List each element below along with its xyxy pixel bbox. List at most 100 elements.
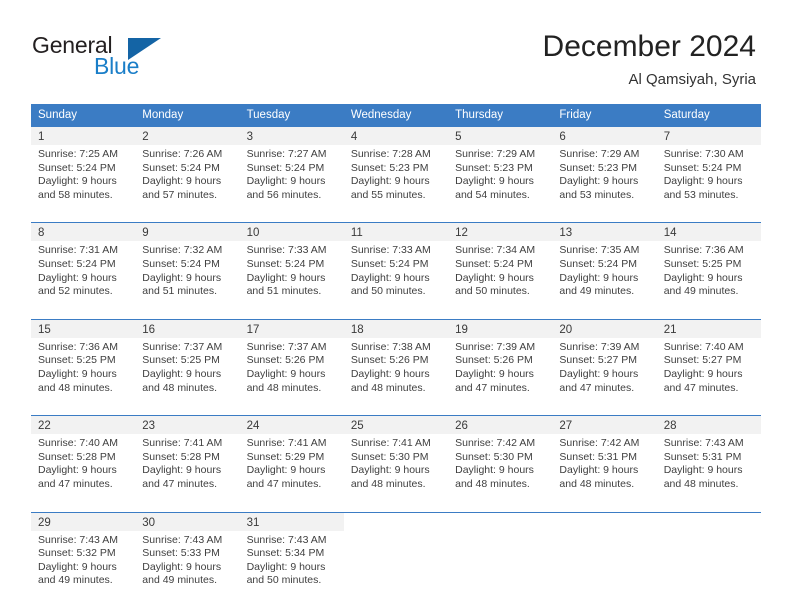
sunrise-time: Sunrise: 7:37 AM [246,340,327,353]
day-number: 1 [38,131,45,143]
day-cell[interactable]: 12 Sunrise: 7:34 AM Sunset: 5:24 PM Dayligh… [448,222,553,307]
day-cell[interactable]: 16 Sunrise: 7:37 AM Sunset: 5:25 PM Dayligh… [135,318,240,404]
daylight-duration-line1: Daylight: 9 hours [246,367,326,380]
general-blue-logo[interactable]: General Blue [32,32,212,82]
sunrise-time: Sunrise: 7:33 AM [350,244,431,257]
day-cell[interactable]: 30 Sunrise: 7:43 AM Sunset: 5:33 PM Dayligh… [135,511,240,596]
day-number: 23 [142,420,156,433]
daylight-duration-line1: Daylight: 9 hours [663,464,743,477]
daylight-duration-line2: and 53 minutes. [559,188,635,201]
day-cell[interactable]: 4 Sunrise: 7:28 AM Sunset: 5:23 PM Daylight… [343,126,449,211]
day-cell[interactable]: 13 Sunrise: 7:35 AM Sunset: 5:24 PM Dayligh… [552,222,657,307]
week-row: 22 Sunrise: 7:40 AM Sunset: 5:28 PM Dayligh… [31,415,761,500]
day-details: Sunrise: 7:30 AM Sunset: 5:24 PM Daylight:… [657,145,761,210]
day-details: Sunrise: 7:42 AM Sunset: 5:30 PM Daylight:… [448,434,552,499]
week-row: 29 Sunrise: 7:43 AM Sunset: 5:32 PM Dayligh… [31,511,761,596]
day-cell[interactable]: 27 Sunrise: 7:42 AM Sunset: 5:31 PM Dayligh… [552,415,657,500]
sunset-time: Sunset: 5:33 PM [142,547,220,560]
daylight-duration-line1: Daylight: 9 hours [559,464,639,477]
day-cell[interactable]: 21 Sunrise: 7:40 AM Sunset: 5:27 PM Dayligh… [656,318,761,404]
day-cell[interactable]: 18 Sunrise: 7:38 AM Sunset: 5:26 PM Dayligh… [343,318,449,404]
sunrise-time: Sunrise: 7:40 AM [38,437,118,450]
daylight-duration-line2: and 47 minutes. [246,477,322,490]
day-cell[interactable]: 28 Sunrise: 7:43 AM Sunset: 5:31 PM Dayligh… [656,415,761,500]
day-cell[interactable]: 1 Sunrise: 7:25 AM Sunset: 5:24 PM Daylight… [31,126,136,211]
week-row: 1 Sunrise: 7:25 AM Sunset: 5:24 PM Daylight… [31,126,761,211]
day-cell[interactable]: 5 Sunrise: 7:29 AM Sunset: 5:23 PM Daylight… [448,126,553,211]
day-cell[interactable]: 14 Sunrise: 7:36 AM Sunset: 5:25 PM Dayligh… [656,222,761,307]
sunrise-time: Sunrise: 7:32 AM [142,244,223,257]
day-number: 31 [246,516,260,529]
sunrise-time: Sunrise: 7:30 AM [663,148,744,160]
day-number: 8 [38,227,45,240]
sunset-time: Sunset: 5:26 PM [455,354,533,367]
sunrise-time: Sunrise: 7:31 AM [38,244,118,257]
day-number-strip: 17 [239,319,344,338]
sunset-time: Sunset: 5:28 PM [38,450,116,463]
day-number-strip: 9 [135,223,240,242]
day-cell[interactable]: 19 Sunrise: 7:39 AM Sunset: 5:26 PM Dayligh… [448,318,553,404]
daylight-duration-line1: Daylight: 9 hours [559,271,639,284]
day-cell[interactable]: 26 Sunrise: 7:42 AM Sunset: 5:30 PM Dayligh… [448,415,553,500]
daylight-duration-line1: Daylight: 9 hours [455,271,534,284]
day-number-strip: 18 [343,319,449,338]
day-cell[interactable]: 11 Sunrise: 7:33 AM Sunset: 5:24 PM Dayligh… [343,222,449,307]
day-number-strip: 5 [448,127,553,145]
calendar-page: General Blue December 2024 Al Qamsiyah, … [0,0,792,612]
daylight-duration-line2: and 56 minutes. [246,188,322,201]
sunset-time: Sunset: 5:26 PM [246,354,325,367]
sunset-time: Sunset: 5:32 PM [38,547,116,560]
day-number-strip: 2 [135,127,240,145]
day-details: Sunrise: 7:33 AM Sunset: 5:24 PM Daylight:… [344,241,448,306]
sunset-time: Sunset: 5:24 PM [246,257,325,270]
day-cell[interactable]: 22 Sunrise: 7:40 AM Sunset: 5:28 PM Dayligh… [31,415,136,500]
sunset-time: Sunset: 5:24 PM [350,257,429,270]
daylight-duration-line1: Daylight: 9 hours [559,175,639,188]
day-cell[interactable]: 15 Sunrise: 7:36 AM Sunset: 5:25 PM Dayligh… [31,318,136,404]
day-cell[interactable]: 8 Sunrise: 7:31 AM Sunset: 5:24 PM Daylight… [31,222,136,307]
day-details: Sunrise: 7:36 AM Sunset: 5:25 PM Daylight:… [657,241,761,306]
day-details: Sunrise: 7:31 AM Sunset: 5:24 PM Daylight:… [31,241,135,306]
day-cell[interactable]: 9 Sunrise: 7:32 AM Sunset: 5:24 PM Daylight… [135,222,240,307]
week-spacer [31,306,761,319]
sunrise-time: Sunrise: 7:42 AM [455,437,536,450]
day-number-strip: 12 [448,223,553,242]
day-cell[interactable]: 25 Sunrise: 7:41 AM Sunset: 5:30 PM Dayligh… [343,415,449,500]
day-details [552,531,656,591]
daylight-duration-line2: and 47 minutes. [663,381,739,394]
weekday-header-monday: Monday [142,109,184,121]
day-number: 29 [38,516,51,529]
day-cell[interactable]: 3 Sunrise: 7:27 AM Sunset: 5:24 PM Daylight… [239,126,344,211]
day-details: Sunrise: 7:29 AM Sunset: 5:23 PM Daylight:… [448,145,552,210]
day-cell[interactable]: 10 Sunrise: 7:33 AM Sunset: 5:24 PM Dayligh… [239,222,344,307]
day-number: 5 [455,131,462,143]
sunrise-time: Sunrise: 7:43 AM [246,533,327,546]
weekday-header-friday: Friday [559,109,592,121]
day-cell[interactable]: 24 Sunrise: 7:41 AM Sunset: 5:29 PM Dayligh… [239,415,344,500]
weekday-header-sunday: Sunday [38,109,78,121]
sunset-time: Sunset: 5:24 PM [38,257,116,270]
day-cell[interactable]: 17 Sunrise: 7:37 AM Sunset: 5:26 PM Dayligh… [239,318,344,404]
day-number: 14 [663,227,677,240]
daylight-duration-line1: Daylight: 9 hours [38,367,117,380]
day-cell[interactable]: 31 Sunrise: 7:43 AM Sunset: 5:34 PM Dayligh… [239,511,344,596]
sunset-time: Sunset: 5:24 PM [246,161,325,174]
daylight-duration-line1: Daylight: 9 hours [663,271,743,284]
day-cell[interactable]: 6 Sunrise: 7:29 AM Sunset: 5:23 PM Daylight… [552,126,657,211]
day-cell[interactable]: 23 Sunrise: 7:41 AM Sunset: 5:28 PM Dayligh… [135,415,240,500]
daylight-duration-line1: Daylight: 9 hours [246,464,326,477]
day-details: Sunrise: 7:29 AM Sunset: 5:23 PM Daylight:… [552,145,656,210]
day-cell[interactable]: 2 Sunrise: 7:26 AM Sunset: 5:24 PM Daylight… [135,126,240,211]
day-details [344,531,448,591]
day-cell[interactable]: 20 Sunrise: 7:39 AM Sunset: 5:27 PM Dayligh… [552,318,657,404]
day-number: 10 [246,227,260,240]
day-number-strip: 14 [656,223,761,242]
week-row: 15 Sunrise: 7:36 AM Sunset: 5:25 PM Dayligh… [31,318,761,404]
daylight-duration-line1: Daylight: 9 hours [38,271,117,284]
day-cell[interactable]: 29 Sunrise: 7:43 AM Sunset: 5:32 PM Dayligh… [31,511,136,596]
day-cell[interactable]: 7 Sunrise: 7:30 AM Sunset: 5:24 PM Daylight… [656,126,761,211]
sunrise-time: Sunrise: 7:25 AM [38,148,118,160]
day-details [657,531,761,591]
day-number: 13 [559,227,573,240]
daylight-duration-line2: and 49 minutes. [559,285,635,298]
